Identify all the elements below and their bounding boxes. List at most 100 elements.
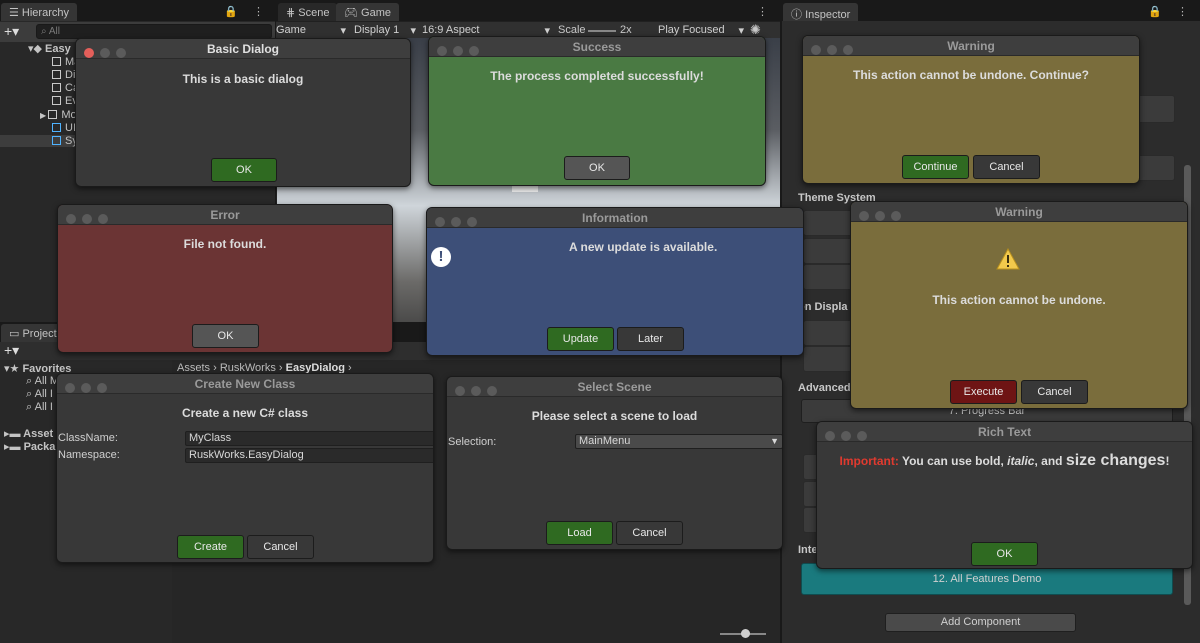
close-dot-icon[interactable] xyxy=(66,214,76,224)
dialog-body: Please select a scene to load Selection:… xyxy=(447,398,782,549)
close-dot-icon[interactable] xyxy=(437,46,447,56)
dialog-title: Success xyxy=(572,40,622,54)
favorites-item[interactable]: ⌕ All I xyxy=(26,401,53,413)
tab-inspector[interactable]: ⓘ Inspector xyxy=(783,3,859,21)
update-button[interactable]: Update xyxy=(547,327,614,351)
minimize-dot-icon[interactable] xyxy=(451,217,461,227)
minimize-dot-icon[interactable] xyxy=(875,211,885,221)
scene-dropdown[interactable]: MainMenu ▼ xyxy=(575,434,782,449)
dialog-titlebar[interactable]: Basic Dialog xyxy=(76,39,410,59)
information-dialog: Information ! A new update is available.… xyxy=(426,207,804,356)
ok-button[interactable]: OK xyxy=(192,324,259,348)
tab-hierarchy[interactable]: ☰ Hierarchy xyxy=(1,3,77,21)
prefab-icon xyxy=(52,123,61,132)
game-mode-dropdown[interactable]: Game ▾ xyxy=(276,24,348,37)
close-dot-icon[interactable] xyxy=(84,48,94,58)
classname-input[interactable]: MyClass xyxy=(185,431,433,446)
dialog-title: Error xyxy=(210,208,240,222)
cancel-button[interactable]: Cancel xyxy=(247,535,314,559)
hierarchy-item[interactable]: Di xyxy=(52,69,75,81)
load-button[interactable]: Load xyxy=(546,521,613,545)
window-controls xyxy=(455,382,503,396)
gameobject-icon xyxy=(52,83,61,92)
inspector-button[interactable] xyxy=(803,346,855,372)
execute-button[interactable]: Execute xyxy=(950,380,1017,404)
dialog-titlebar[interactable]: Error xyxy=(58,205,392,225)
maximize-dot-icon[interactable] xyxy=(467,217,477,227)
ok-button[interactable]: OK xyxy=(971,542,1038,566)
close-dot-icon[interactable] xyxy=(435,217,445,227)
packages-folder[interactable]: ▸▬ Packa xyxy=(4,440,55,453)
display-dropdown[interactable]: Display 1 ▾ xyxy=(354,24,416,37)
window-controls xyxy=(859,207,907,221)
continue-button[interactable]: Continue xyxy=(902,155,969,179)
italic-text: italic xyxy=(1007,454,1035,468)
close-dot-icon[interactable] xyxy=(811,45,821,55)
dialog-titlebar[interactable]: Success xyxy=(429,37,765,57)
hierarchy-tab-controls[interactable]: 🔒 ⋮ xyxy=(224,5,270,18)
maximize-dot-icon[interactable] xyxy=(487,386,497,396)
add-icon[interactable]: +▾ xyxy=(4,342,19,359)
dialog-titlebar[interactable]: Warning xyxy=(803,36,1139,56)
cancel-button[interactable]: Cancel xyxy=(973,155,1040,179)
dialog-titlebar[interactable]: Create New Class xyxy=(57,374,433,394)
hierarchy-item[interactable]: UI xyxy=(52,122,76,134)
assets-folder[interactable]: ▸▬ Asset xyxy=(4,427,53,440)
dialog-titlebar[interactable]: Select Scene xyxy=(447,377,782,397)
icon-size-slider-thumb[interactable] xyxy=(741,629,750,638)
add-component-button[interactable]: Add Component xyxy=(885,613,1076,632)
maximize-dot-icon[interactable] xyxy=(857,431,867,441)
minimize-dot-icon[interactable] xyxy=(82,214,92,224)
chevron-down-icon: ▾ xyxy=(340,25,346,37)
ok-button[interactable]: OK xyxy=(564,156,630,180)
dialog-message: This action cannot be undone. Continue? xyxy=(853,68,1089,82)
later-button[interactable]: Later xyxy=(617,327,684,351)
close-dot-icon[interactable] xyxy=(859,211,869,221)
dialog-titlebar[interactable]: Rich Text xyxy=(817,422,1192,442)
scale-slider[interactable] xyxy=(588,30,616,32)
inspector-tab-controls[interactable]: 🔒 ⋮ xyxy=(1148,5,1194,18)
minimize-dot-icon[interactable] xyxy=(471,386,481,396)
game-tab-controls[interactable]: ⋮ xyxy=(757,5,774,18)
add-icon[interactable]: +▾ xyxy=(4,23,19,40)
maximize-dot-icon[interactable] xyxy=(843,45,853,55)
inspector-button[interactable] xyxy=(803,238,855,264)
dialog-titlebar[interactable]: Warning xyxy=(851,202,1187,222)
dialog-body: The process completed successfully! OK xyxy=(429,58,765,185)
minimize-dot-icon[interactable] xyxy=(453,46,463,56)
inspector-button[interactable] xyxy=(803,320,855,346)
aspect-dropdown[interactable]: 16:9 Aspect ▾ xyxy=(422,24,550,37)
favorites-item[interactable]: ⌕ All I xyxy=(26,388,53,400)
scale-value: 2x xyxy=(620,24,632,36)
ok-button[interactable]: OK xyxy=(211,158,277,182)
maximize-dot-icon[interactable] xyxy=(98,214,108,224)
hierarchy-item-scene[interactable]: ▾◆ Easy xyxy=(28,42,71,55)
play-mode-dropdown[interactable]: Play Focused ▾ xyxy=(658,24,744,37)
minimize-dot-icon[interactable] xyxy=(100,48,110,58)
close-dot-icon[interactable] xyxy=(65,383,75,393)
tab-project[interactable]: ▭ Project xyxy=(1,324,65,342)
maximize-dot-icon[interactable] xyxy=(891,211,901,221)
create-button[interactable]: Create xyxy=(177,535,244,559)
maximize-dot-icon[interactable] xyxy=(116,48,126,58)
inspector-button[interactable] xyxy=(803,264,855,290)
hierarchy-item[interactable]: ▶ Mo xyxy=(40,109,77,121)
maximize-dot-icon[interactable] xyxy=(97,383,107,393)
warning-triangle-icon xyxy=(996,248,1020,270)
minimize-dot-icon[interactable] xyxy=(841,431,851,441)
favorites-item[interactable]: ⌕ All M xyxy=(26,375,59,387)
tab-game[interactable]: 🎮︎ Game xyxy=(336,3,399,21)
hierarchy-search-input[interactable]: ⌕ All xyxy=(36,24,272,39)
namespace-input[interactable]: RuskWorks.EasyDialog xyxy=(185,448,433,463)
inspector-button[interactable] xyxy=(803,210,855,236)
minimize-dot-icon[interactable] xyxy=(827,45,837,55)
dialog-titlebar[interactable]: Information xyxy=(427,208,803,228)
tab-scene[interactable]: ⋕ Scene xyxy=(278,3,338,21)
minimize-dot-icon[interactable] xyxy=(81,383,91,393)
cancel-button[interactable]: Cancel xyxy=(1021,380,1088,404)
close-dot-icon[interactable] xyxy=(455,386,465,396)
close-dot-icon[interactable] xyxy=(825,431,835,441)
hierarchy-item[interactable]: Ev xyxy=(52,95,78,107)
cancel-button[interactable]: Cancel xyxy=(616,521,683,545)
maximize-dot-icon[interactable] xyxy=(469,46,479,56)
